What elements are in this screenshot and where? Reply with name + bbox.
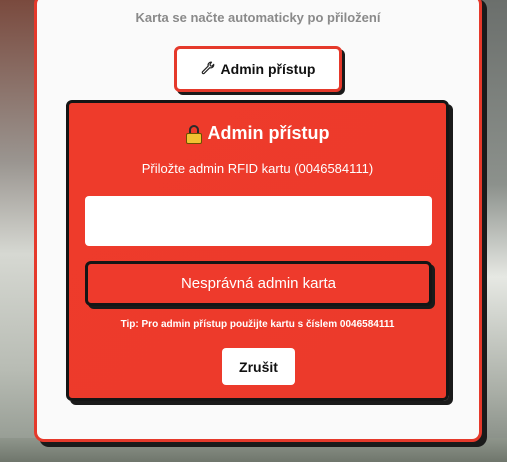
modal-title-row: Admin přístup bbox=[69, 123, 446, 144]
cancel-button[interactable]: Zrušit bbox=[222, 348, 295, 385]
admin-access-button[interactable]: Admin přístup bbox=[174, 46, 342, 92]
wrench-icon bbox=[201, 61, 215, 78]
admin-modal: Admin přístup Přiložte admin RFID kartu … bbox=[66, 100, 449, 401]
card-hint: Karta se načte automaticky po přiložení bbox=[135, 10, 381, 25]
login-card: Karta se načte automaticky po přiložení … bbox=[34, 0, 482, 442]
rfid-input[interactable] bbox=[85, 196, 432, 246]
modal-title: Admin přístup bbox=[207, 123, 330, 143]
error-message: Nesprávná admin karta bbox=[85, 261, 432, 306]
modal-subtitle: Přiložte admin RFID kartu (0046584111) bbox=[141, 161, 374, 176]
modal-tip: Tip: Pro admin přístup použijte kartu s … bbox=[120, 319, 395, 330]
admin-access-button-label: Admin přístup bbox=[220, 61, 316, 77]
lock-icon bbox=[185, 124, 202, 144]
